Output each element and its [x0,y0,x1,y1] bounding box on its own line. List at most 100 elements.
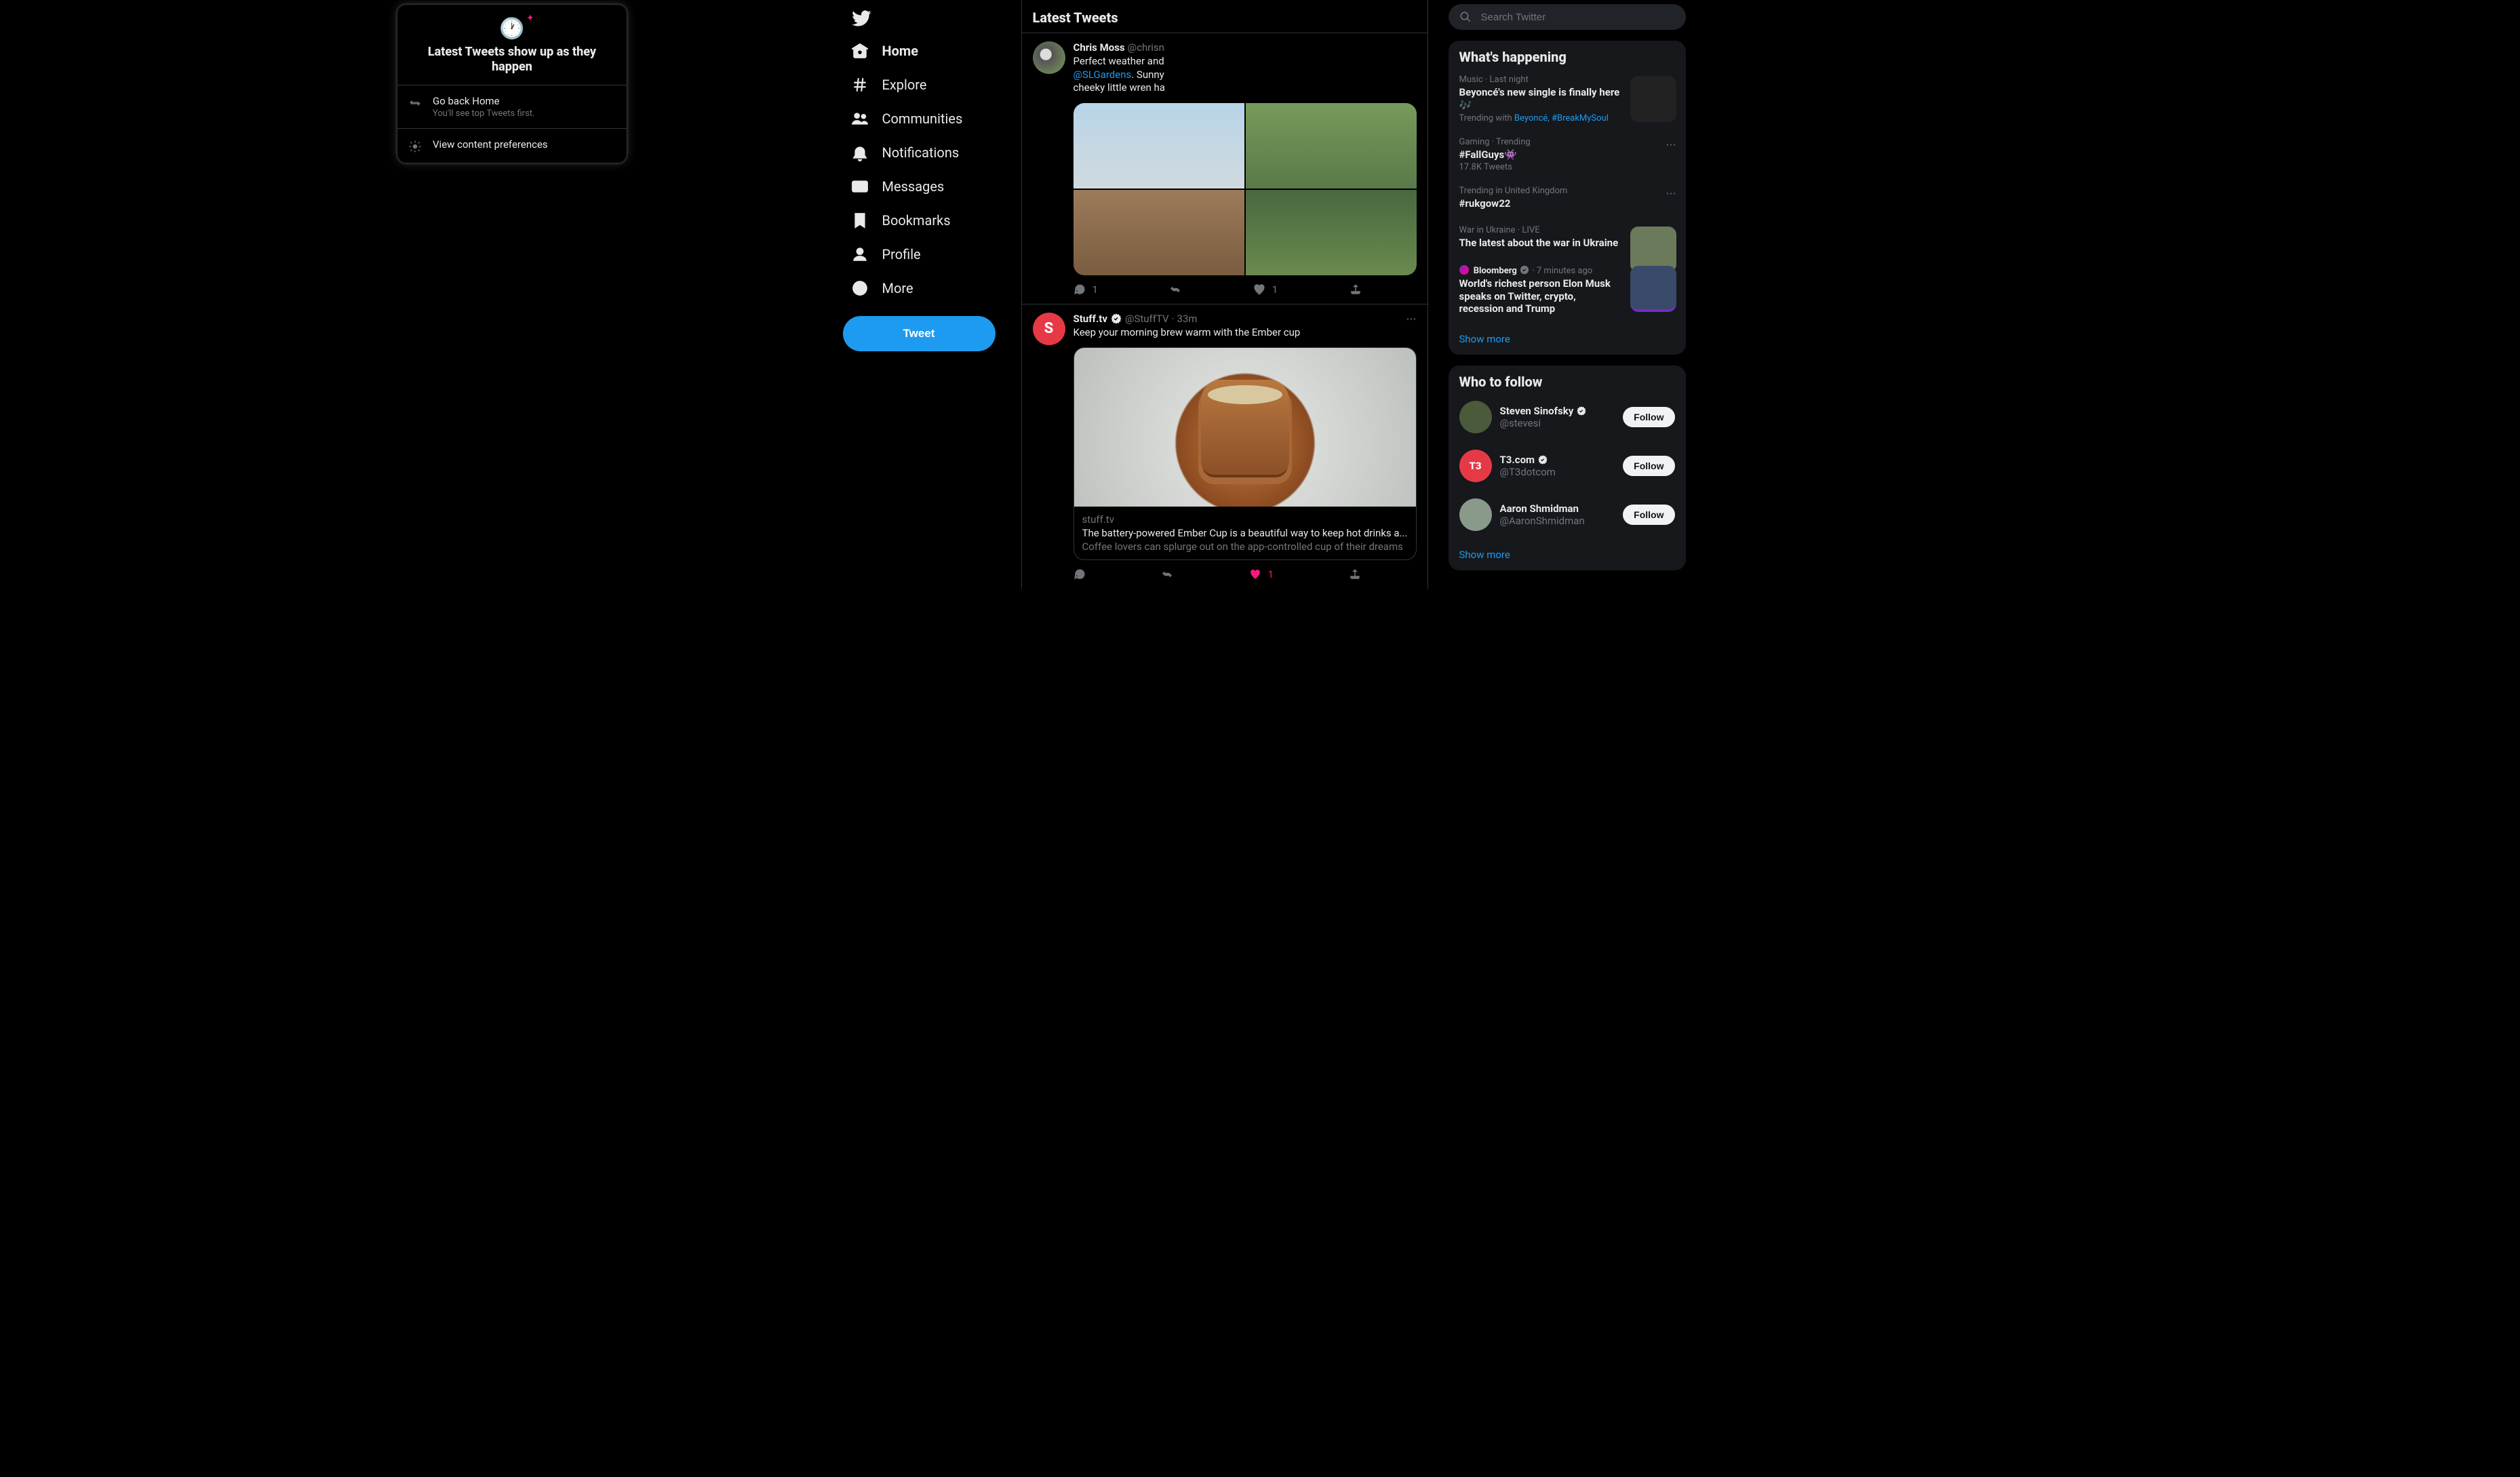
nav-explore[interactable]: Explore [843,68,1013,102]
reply-button[interactable] [1074,568,1086,580]
nav-home[interactable]: Home [843,34,1013,68]
trend-item[interactable]: War in Ukraine · LIVE The latest about t… [1449,218,1686,258]
tweet-more-button[interactable]: ⋯ [1406,313,1417,325]
retweet-button[interactable] [1161,568,1173,580]
nav-label: Communities [882,111,963,127]
media-thumbnail[interactable] [1074,103,1244,189]
tweet-text: Perfect weather and @SLGardens. Sunny ch… [1074,55,1417,95]
author-handle[interactable]: @chrisn [1128,41,1164,54]
option-title: View content preferences [433,138,548,151]
nav-profile[interactable]: Profile [843,237,1013,271]
bookmark-icon [851,212,869,229]
follow-button[interactable]: Follow [1623,456,1674,476]
trend-item[interactable]: ⋯ Trending in United Kingdom #rukgow22 [1449,179,1686,218]
swap-icon [408,96,422,110]
trend-item[interactable]: Music · Last night Beyoncé's new single … [1449,68,1686,130]
nav-label: Messages [882,178,945,195]
verified-icon [1110,313,1122,325]
trend-thumbnail [1630,76,1676,122]
more-circle-icon [851,279,869,297]
trend-title: #rukgow22 [1459,197,1675,210]
author-name[interactable]: Chris Moss [1074,41,1125,54]
nav-label: Explore [882,77,927,93]
avatar[interactable]: S [1033,313,1065,345]
media-thumbnail[interactable] [1246,190,1417,275]
follow-button[interactable]: Follow [1623,505,1674,525]
tweet-time[interactable]: 33m [1177,313,1198,325]
retweet-icon [1161,568,1173,580]
link-card[interactable]: stuff.tv The battery-powered Ember Cup i… [1074,347,1417,560]
trend-more-button[interactable]: ⋯ [1666,187,1676,199]
reply-icon [1074,283,1086,296]
like-button[interactable]: 1 [1253,283,1278,296]
show-more-link[interactable]: Show more [1449,323,1686,355]
tweet[interactable]: Chris Moss @chrisn Perfect weather and @… [1022,33,1428,304]
share-button[interactable] [1349,568,1361,580]
user-handle: @AaronShmidman [1500,515,1585,527]
source-avatar [1459,265,1469,275]
share-icon [1350,283,1362,296]
show-more-link[interactable]: Show more [1449,539,1686,570]
trend-time: 7 minutes ago [1537,266,1592,276]
follow-suggestion[interactable]: Aaron Shmidman @AaronShmidman Follow [1449,490,1686,539]
go-back-home-option[interactable]: Go back Home You'll see top Tweets first… [397,85,627,128]
user-name: Aaron Shmidman [1500,503,1585,515]
nav-more[interactable]: More [843,271,1013,305]
trend-meta: Gaming · Trending [1459,137,1675,147]
avatar[interactable] [1033,41,1065,74]
heart-icon [1249,568,1261,580]
tweet-text: Keep your morning brew warm with the Emb… [1074,326,1417,340]
like-count: 1 [1272,283,1278,296]
panel-header: What's happening [1449,41,1686,68]
nav-communities[interactable]: Communities [843,102,1013,136]
trend-item[interactable]: ⋯ Gaming · Trending #FallGuys👾 17.8K Twe… [1449,130,1686,180]
nav-label: Profile [882,246,921,262]
link-card-description: Coffee lovers can splurge out on the app… [1082,540,1408,553]
search-input[interactable] [1481,12,1675,23]
reply-count: 1 [1092,283,1098,296]
author-name[interactable]: Stuff.tv [1074,313,1107,325]
timeline-header: Latest Tweets [1022,0,1428,33]
verified-icon [1576,406,1587,416]
nav-bookmarks[interactable]: Bookmarks [843,203,1013,237]
timeline-options-popover: 🕐 Latest Tweets show up as they happen G… [397,4,627,163]
link-card-title: The battery-powered Ember Cup is a beaut… [1082,527,1408,539]
verified-icon [1537,454,1548,465]
whats-happening-panel: What's happening Music · Last night Beyo… [1449,41,1686,355]
search-box[interactable] [1449,4,1686,30]
twitter-logo[interactable] [843,0,1013,34]
search-icon [1459,11,1472,23]
nav-messages[interactable]: Messages [843,170,1013,203]
view-preferences-option[interactable]: View content preferences [397,128,627,163]
tweet-media[interactable] [1074,103,1417,275]
avatar[interactable] [1459,401,1492,433]
trend-link[interactable]: Beyoncé, #BreakMySoul [1514,113,1609,123]
tweet[interactable]: ⋯ S Stuff.tv @StuffTV · 33m Keep your mo… [1022,304,1428,589]
nav-notifications[interactable]: Notifications [843,136,1013,170]
follow-suggestion[interactable]: T3 T3.com @T3dotcom Follow [1449,441,1686,490]
link-card-image [1074,348,1416,507]
avatar[interactable] [1459,498,1492,531]
trend-more-button[interactable]: ⋯ [1666,138,1676,151]
mention-link[interactable]: @SLGardens [1074,68,1132,81]
media-thumbnail[interactable] [1074,190,1244,275]
link-card-domain: stuff.tv [1082,513,1408,526]
media-thumbnail[interactable] [1246,103,1417,189]
trend-item[interactable]: Bloomberg · 7 minutes ago World's riches… [1449,258,1686,323]
author-handle[interactable]: @StuffTV [1125,313,1169,325]
source-name: Bloomberg [1474,266,1517,276]
nav-label: More [882,280,913,296]
like-button[interactable]: 1 [1249,568,1274,580]
verified-icon [1519,264,1530,275]
share-button[interactable] [1350,283,1362,296]
retweet-button[interactable] [1169,283,1181,296]
compose-tweet-button[interactable]: Tweet [843,316,996,351]
who-to-follow-panel: Who to follow Steven Sinofsky @stevesi F… [1449,366,1686,570]
envelope-icon [851,178,869,195]
reply-button[interactable]: 1 [1074,283,1098,296]
follow-button[interactable]: Follow [1623,407,1674,427]
avatar[interactable]: T3 [1459,450,1492,482]
follow-suggestion[interactable]: Steven Sinofsky @stevesi Follow [1449,393,1686,441]
home-icon [851,42,869,60]
heart-icon [1253,283,1265,296]
